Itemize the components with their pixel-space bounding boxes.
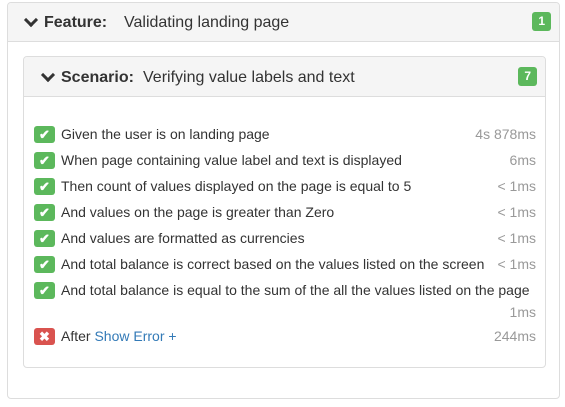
checkmark-icon: ✔ bbox=[34, 204, 55, 221]
step-duration: 6ms bbox=[509, 152, 536, 168]
step-text: Then count of values displayed on the pa… bbox=[61, 178, 412, 194]
step-text: After Show Error + bbox=[61, 328, 177, 345]
feature-name: Validating landing page bbox=[124, 14, 290, 31]
step-text: And values on the page is greater than Z… bbox=[61, 204, 335, 220]
checkmark-icon: ✔ bbox=[34, 256, 55, 273]
step-keyword: After bbox=[61, 328, 91, 344]
step-text: And values are formatted as currencies bbox=[61, 230, 305, 246]
checkmark-icon: ✔ bbox=[34, 230, 55, 247]
scenario-heading[interactable]: Scenario: Verifying value labels and tex… bbox=[24, 57, 545, 97]
step-duration: 4s 878ms bbox=[475, 126, 536, 142]
feature-count-badge: 1 bbox=[532, 12, 551, 31]
step-duration: < 1ms bbox=[497, 256, 536, 272]
step-text: When page containing value label and tex… bbox=[61, 152, 402, 168]
step-duration: < 1ms bbox=[497, 230, 536, 246]
feature-keyword: Feature: bbox=[44, 14, 108, 31]
chevron-down-icon[interactable] bbox=[40, 67, 56, 83]
feature-panel: Feature: Validating landing page 1 Scena… bbox=[7, 2, 560, 399]
step-duration: 244ms bbox=[493, 328, 536, 344]
scenario-name: Verifying value labels and text bbox=[143, 69, 355, 86]
step-text: And total balance is equal to the sum of… bbox=[61, 282, 530, 298]
step-text: And total balance is correct based on th… bbox=[61, 256, 485, 272]
step-duration: < 1ms bbox=[497, 178, 536, 194]
checkmark-icon: ✔ bbox=[34, 282, 55, 299]
chevron-down-icon[interactable] bbox=[23, 12, 39, 28]
checkmark-icon: ✔ bbox=[34, 178, 55, 195]
step-text: Given the user is on landing page bbox=[61, 126, 270, 142]
checkmark-icon: ✔ bbox=[34, 152, 55, 169]
checkmark-icon: ✔ bbox=[34, 126, 55, 143]
step-duration: 1ms bbox=[509, 304, 536, 320]
cross-icon: ✖ bbox=[34, 328, 55, 345]
step-duration: < 1ms bbox=[497, 204, 536, 220]
scenario-panel: Scenario: Verifying value labels and tex… bbox=[23, 56, 546, 368]
scenario-count-badge: 7 bbox=[518, 67, 537, 86]
feature-heading[interactable]: Feature: Validating landing page 1 bbox=[8, 3, 559, 42]
scenario-keyword: Scenario: bbox=[61, 69, 134, 86]
show-error-link[interactable]: Show Error + bbox=[94, 328, 176, 344]
